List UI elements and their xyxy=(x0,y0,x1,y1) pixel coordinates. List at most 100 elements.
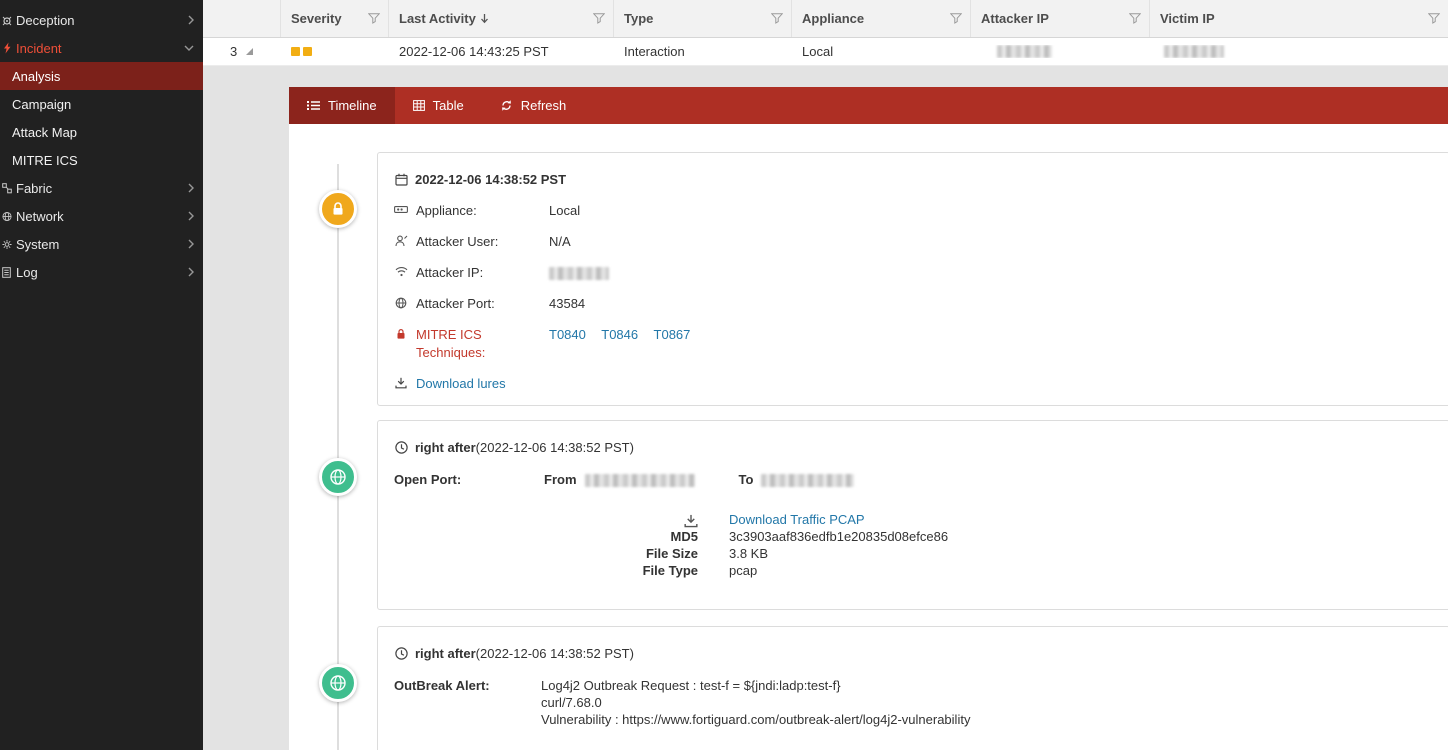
timeline-card-2: right after(2022-12-06 14:38:52 PST) Ope… xyxy=(377,420,1448,610)
column-label: Last Activity xyxy=(399,11,476,26)
field-label: Attacker Port: xyxy=(416,295,549,313)
timeline-card-3: right after(2022-12-06 14:38:52 PST) Out… xyxy=(377,626,1448,750)
incident-row[interactable]: 3 2022-12-06 14:43:25 PST Interaction Lo… xyxy=(203,38,1448,66)
header-last-activity[interactable]: Last Activity xyxy=(389,0,614,37)
field-label: MITRE ICS Techniques: xyxy=(416,326,549,362)
header-expand-column xyxy=(203,0,281,37)
field-outbreak-alert: OutBreak Alert: Log4j2 Outbreak Request … xyxy=(394,677,1433,728)
redacted-attacker-ip xyxy=(549,267,609,280)
alert-line: Log4j2 Outbreak Request : test-f = ${jnd… xyxy=(541,677,970,694)
sidebar-item-label: Deception xyxy=(12,13,188,28)
refresh-icon xyxy=(500,99,513,112)
severity-square xyxy=(303,47,312,56)
attacker-ip-cell xyxy=(971,45,1150,58)
field-download-lures: Download lures xyxy=(394,375,1433,393)
event-header: right after(2022-12-06 14:38:52 PST) xyxy=(394,644,1433,663)
download-lures-link[interactable]: Download lures xyxy=(416,375,506,393)
expand-row-icon[interactable] xyxy=(246,48,253,55)
header-severity[interactable]: Severity xyxy=(281,0,389,37)
column-label: Type xyxy=(624,11,653,26)
filter-icon[interactable] xyxy=(950,13,962,24)
calendar-icon xyxy=(394,173,408,186)
redacted-from-address xyxy=(585,474,695,487)
filter-icon[interactable] xyxy=(1428,13,1440,24)
to-label: To xyxy=(739,471,754,489)
technique-link[interactable]: T0867 xyxy=(654,327,691,342)
lock-icon xyxy=(394,326,408,340)
victim-ip-cell xyxy=(1150,45,1448,58)
alert-line: curl/7.68.0 xyxy=(541,694,970,711)
filter-icon[interactable] xyxy=(593,13,605,24)
file-type-value: pcap xyxy=(729,562,1433,579)
clock-icon xyxy=(394,441,408,454)
globe-icon xyxy=(329,674,347,692)
sidebar-item-mitre-ics[interactable]: MITRE ICS xyxy=(0,146,203,174)
header-type[interactable]: Type xyxy=(614,0,792,37)
event-relative-time: right after xyxy=(415,644,476,663)
column-label: Severity xyxy=(291,11,342,26)
event-header: right after(2022-12-06 14:38:52 PST) xyxy=(394,438,1433,457)
sidebar-item-deception[interactable]: Deception xyxy=(0,6,203,34)
tab-label: Timeline xyxy=(328,98,377,113)
alert-details: Log4j2 Outbreak Request : test-f = ${jnd… xyxy=(541,677,970,728)
redacted-to-address xyxy=(761,474,854,487)
refresh-button[interactable]: Refresh xyxy=(482,87,585,124)
field-value: 43584 xyxy=(549,295,585,313)
event-timestamp: 2022-12-06 14:38:52 PST xyxy=(415,170,566,189)
file-size-value: 3.8 KB xyxy=(729,545,1433,562)
network-icon xyxy=(2,210,12,222)
header-attacker-ip[interactable]: Attacker IP xyxy=(971,0,1150,37)
from-label: From xyxy=(544,471,577,489)
sidebar-subitem-label: Analysis xyxy=(12,69,60,84)
filter-icon[interactable] xyxy=(1129,13,1141,24)
timeline-card-1: 2022-12-06 14:38:52 PST Appliance: Local… xyxy=(377,152,1448,406)
sidebar-item-label: Log xyxy=(12,265,188,280)
tab-timeline[interactable]: Timeline xyxy=(289,87,395,124)
sidebar-item-network[interactable]: Network xyxy=(0,202,203,230)
sidebar-item-log[interactable]: Log xyxy=(0,258,203,286)
grid-header: Severity Last Activity Type xyxy=(203,0,1448,38)
redacted-victim-ip xyxy=(1164,45,1224,58)
last-activity-cell: 2022-12-06 14:43:25 PST xyxy=(389,44,614,59)
tab-table[interactable]: Table xyxy=(395,87,482,124)
sidebar-item-system[interactable]: System xyxy=(0,230,203,258)
field-open-port: Open Port: From To xyxy=(394,471,1433,489)
globe-icon xyxy=(329,468,347,486)
field-appliance: Appliance: Local xyxy=(394,202,1433,220)
field-attacker-user: Attacker User: N/A xyxy=(394,233,1433,251)
field-value xyxy=(549,264,609,282)
timeline-marker-globe xyxy=(319,664,357,702)
field-label: Open Port: xyxy=(394,471,544,489)
header-appliance[interactable]: Appliance xyxy=(792,0,971,37)
filter-icon[interactable] xyxy=(368,13,380,24)
technique-links: T0840 T0846 T0867 xyxy=(549,326,702,344)
timeline-panel: 2022-12-06 14:38:52 PST Appliance: Local… xyxy=(289,124,1448,750)
field-value: Local xyxy=(549,202,580,220)
sidebar-item-fabric[interactable]: Fabric xyxy=(0,174,203,202)
sidebar-item-attack-map[interactable]: Attack Map xyxy=(0,118,203,146)
incident-icon xyxy=(2,42,12,54)
tab-label: Table xyxy=(433,98,464,113)
sidebar-item-label: System xyxy=(12,237,188,252)
chevron-down-icon xyxy=(184,45,194,51)
open-port-range: From To xyxy=(544,471,854,489)
sort-desc-icon xyxy=(480,13,489,24)
sidebar-subitem-label: Campaign xyxy=(12,97,71,112)
header-victim-ip[interactable]: Victim IP xyxy=(1150,0,1448,37)
chevron-right-icon xyxy=(188,267,194,277)
tab-label: Refresh xyxy=(521,98,567,113)
download-pcap-link[interactable]: Download Traffic PCAP xyxy=(729,512,865,527)
sidebar-item-label: Incident xyxy=(12,41,184,56)
incident-grid: Severity Last Activity Type xyxy=(203,0,1448,66)
clock-icon xyxy=(394,647,408,660)
event-timestamp: (2022-12-06 14:38:52 PST) xyxy=(476,644,634,663)
event-relative-time: right after xyxy=(415,438,476,457)
sidebar-item-analysis[interactable]: Analysis xyxy=(0,62,203,90)
sidebar-item-incident[interactable]: Incident xyxy=(0,34,203,62)
filter-icon[interactable] xyxy=(771,13,783,24)
technique-link[interactable]: T0840 xyxy=(549,327,586,342)
technique-link[interactable]: T0846 xyxy=(601,327,638,342)
column-label: Appliance xyxy=(802,11,864,26)
sidebar-item-campaign[interactable]: Campaign xyxy=(0,90,203,118)
column-label: Victim IP xyxy=(1160,11,1215,26)
